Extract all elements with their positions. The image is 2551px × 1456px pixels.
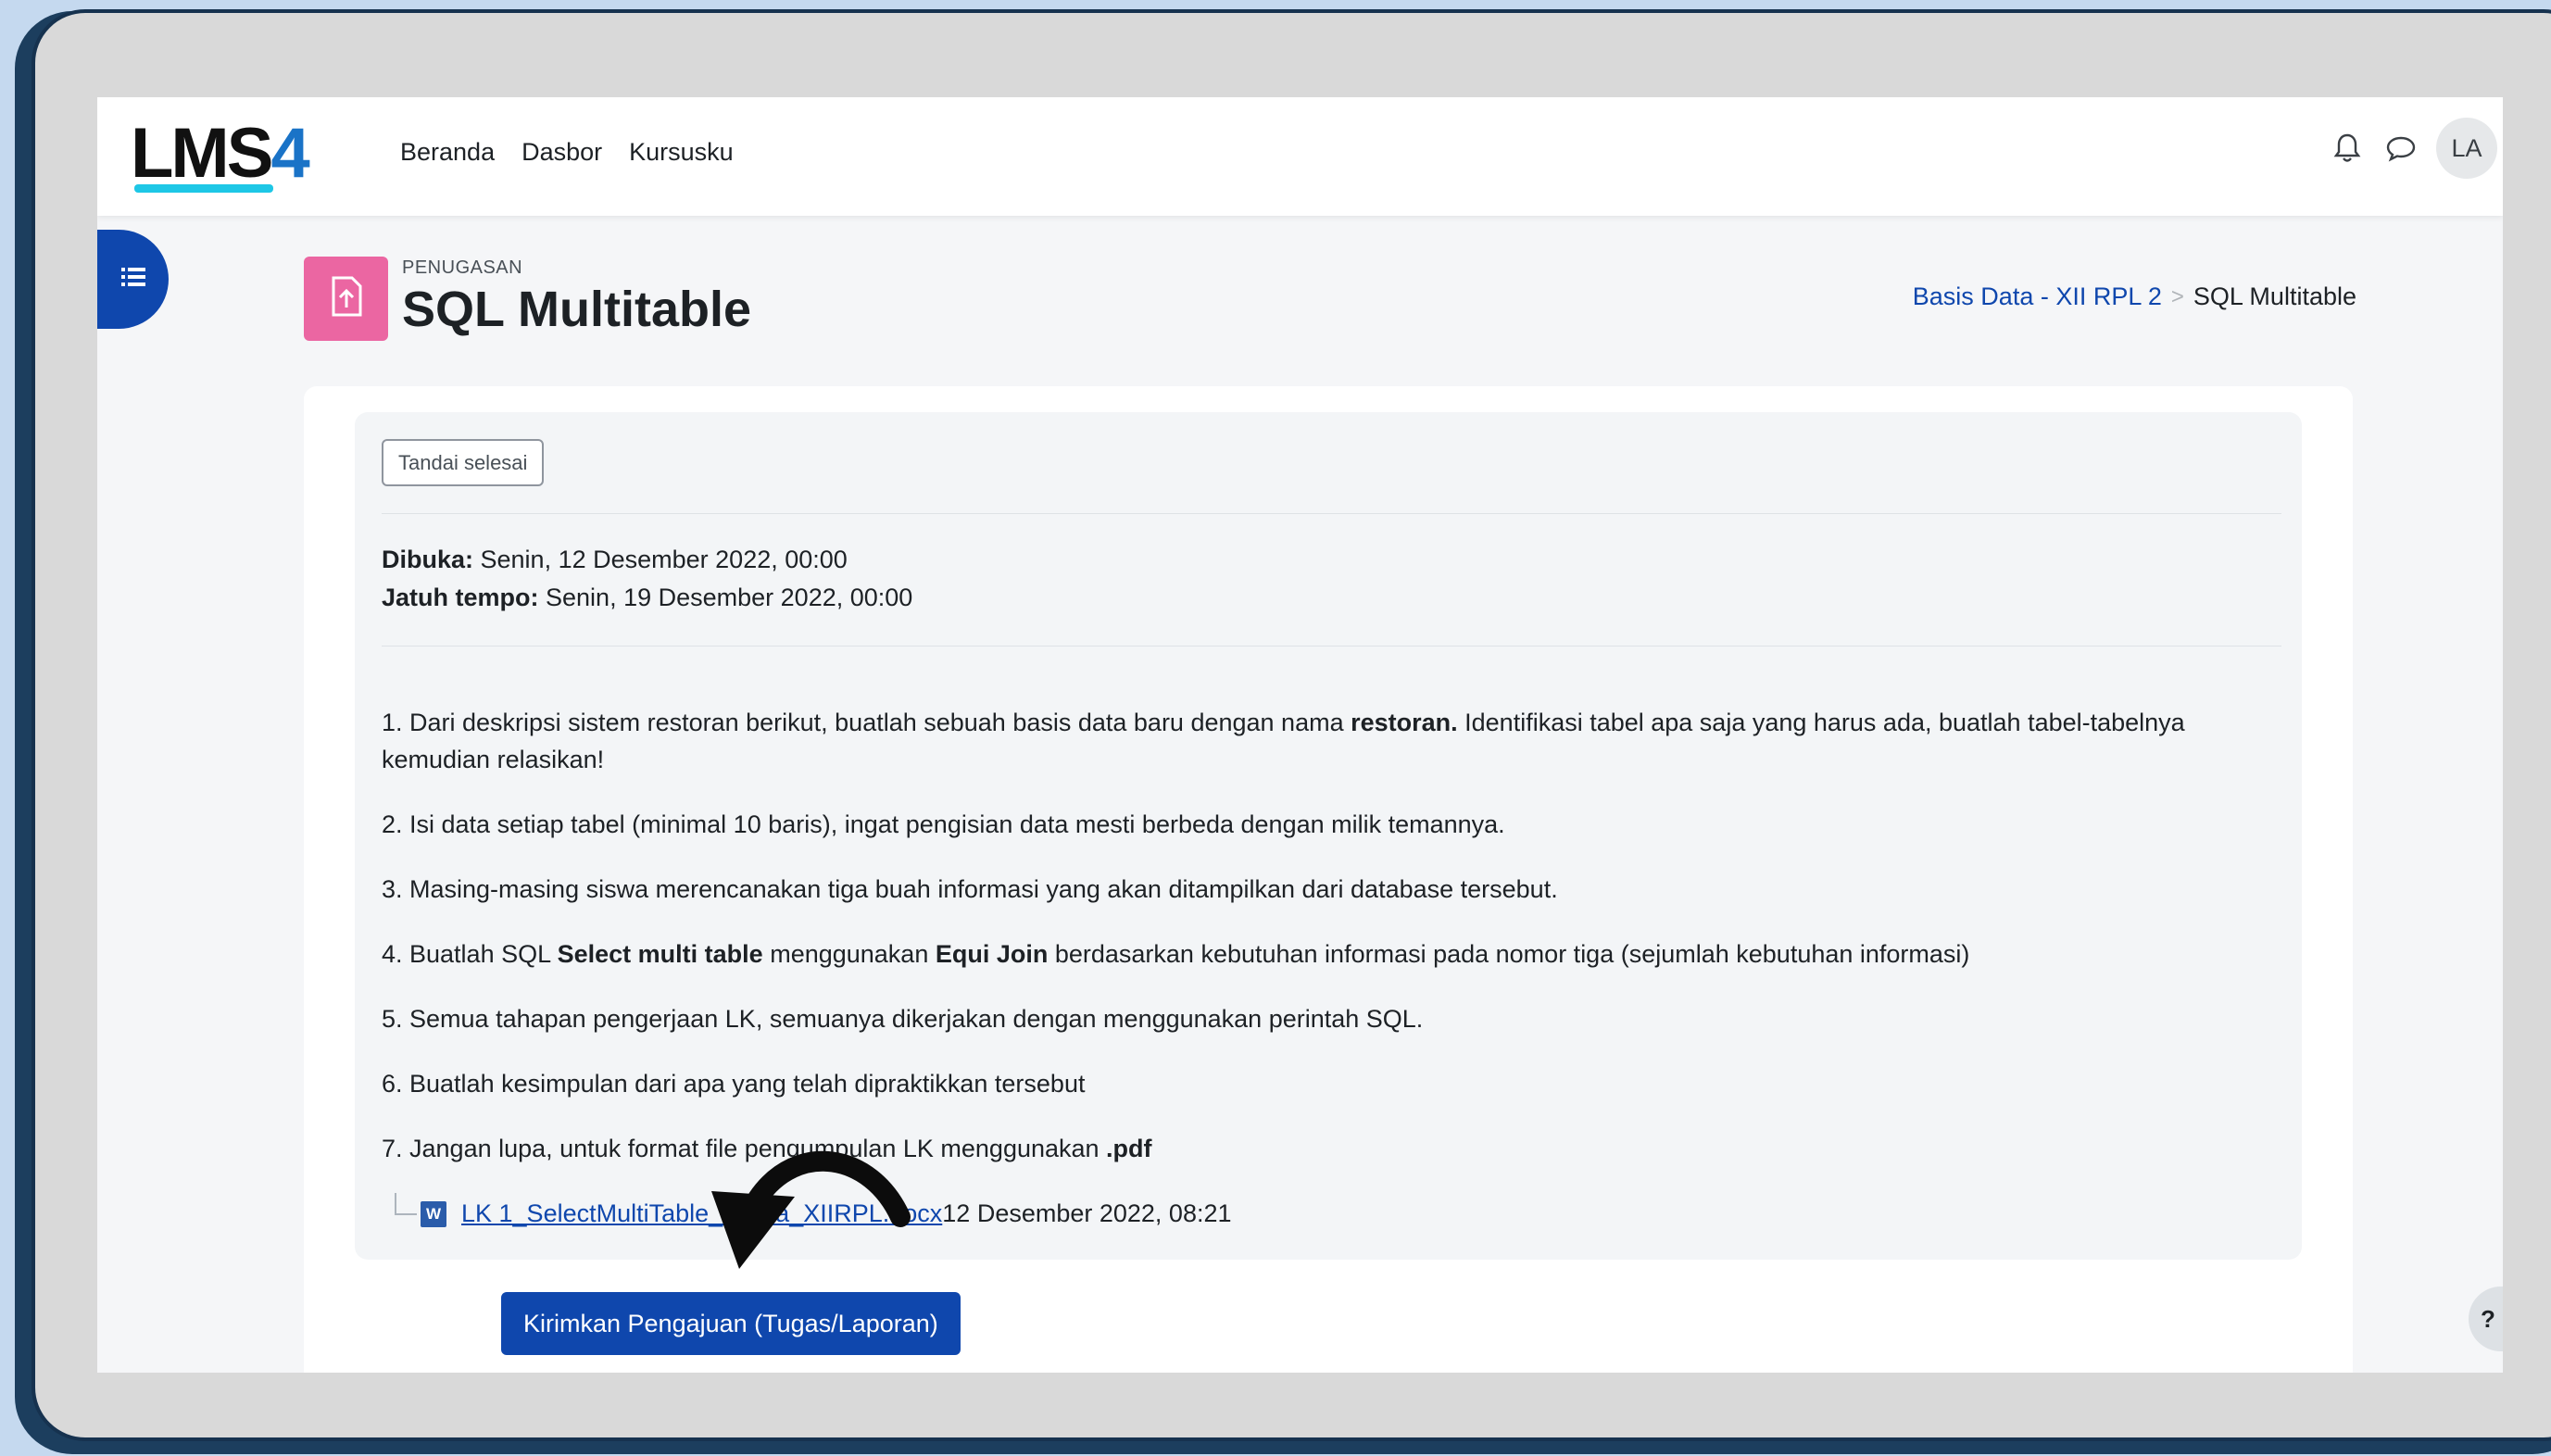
- main-content-card: Tandai selesai Dibuka: Senin, 12 Desembe…: [304, 386, 2353, 1373]
- due-date: Jatuh tempo: Senin, 19 Desember 2022, 00…: [382, 584, 912, 612]
- nav-link-dasbor[interactable]: Dasbor: [522, 138, 602, 167]
- curved-arrow-icon: [711, 1150, 911, 1269]
- breadcrumb-current: SQL Multitable: [2193, 282, 2356, 310]
- instruction-item-6: 6. Buatlah kesimpulan dari apa yang tela…: [382, 1070, 1086, 1098]
- due-label: Jatuh tempo:: [382, 584, 539, 611]
- bell-icon[interactable]: [2329, 130, 2366, 167]
- tree-connector: [395, 1192, 417, 1215]
- list-icon: [120, 267, 145, 292]
- nav-link-kursusku[interactable]: Kursusku: [629, 138, 734, 167]
- opened-date: Dibuka: Senin, 12 Desember 2022, 00:00: [382, 546, 848, 574]
- lms-screen: LMS4 Beranda Dasbor Kursusku LA PENUGASA…: [97, 97, 2503, 1373]
- breadcrumb-course-link[interactable]: Basis Data - XII RPL 2: [1913, 282, 2162, 311]
- logo-underline: [134, 184, 273, 193]
- instruction-item-5: 5. Semua tahapan pengerjaan LK, semuanya…: [382, 1005, 1424, 1033]
- page-title: SQL Multitable: [402, 282, 752, 337]
- instruction-item-2: 2. Isi data setiap tabel (minimal 10 bar…: [382, 810, 1505, 838]
- instruction-item-7: 7. Jangan lupa, untuk format file pengum…: [382, 1135, 1152, 1162]
- user-menu-area: LA: [2329, 118, 2503, 179]
- breadcrumb-separator: >: [2170, 283, 2184, 309]
- site-logo[interactable]: LMS4: [131, 114, 310, 194]
- due-value: Senin, 19 Desember 2022, 00:00: [538, 584, 913, 611]
- assignment-activity-icon: [304, 257, 388, 341]
- opened-value: Senin, 12 Desember 2022, 00:00: [473, 546, 848, 573]
- logo-text: LMS: [131, 114, 273, 193]
- nav-link-beranda[interactable]: Beranda: [400, 138, 495, 167]
- instruction-item-4: 4. Buatlah SQL Select multi table menggu…: [382, 940, 1970, 968]
- chat-icon[interactable]: [2382, 130, 2419, 167]
- breadcrumb: Basis Data - XII RPL 2 > SQL Multitable: [1913, 282, 2356, 311]
- primary-navigation: Beranda Dasbor Kursusku: [400, 138, 734, 167]
- top-navbar: LMS4 Beranda Dasbor Kursusku LA: [97, 97, 2503, 216]
- instruction-item-1: 1. Dari deskripsi sistem restoran beriku…: [382, 709, 2185, 773]
- word-document-icon: W: [421, 1200, 446, 1227]
- course-index-toggle[interactable]: [97, 230, 169, 329]
- help-button[interactable]: ?: [2469, 1287, 2503, 1351]
- logo-digit: 4: [270, 114, 309, 193]
- attachment-timestamp: 12 Desember 2022, 08:21: [942, 1199, 1232, 1227]
- opened-label: Dibuka:: [382, 546, 474, 573]
- instruction-item-3: 3. Masing-masing siswa merencanakan tiga…: [382, 875, 1558, 903]
- submit-assignment-button[interactable]: Kirimkan Pengajuan (Tugas/Laporan): [501, 1292, 961, 1355]
- mark-done-button[interactable]: Tandai selesai: [382, 439, 545, 486]
- file-upload-icon: [328, 275, 365, 322]
- activity-type-label: PENUGASAN: [402, 257, 523, 278]
- divider: [382, 513, 2281, 514]
- user-avatar[interactable]: LA: [2436, 118, 2497, 179]
- activity-description-panel: Tandai selesai Dibuka: Senin, 12 Desembe…: [355, 412, 2302, 1260]
- assignment-instructions: 1. Dari deskripsi sistem restoran beriku…: [382, 704, 2271, 1195]
